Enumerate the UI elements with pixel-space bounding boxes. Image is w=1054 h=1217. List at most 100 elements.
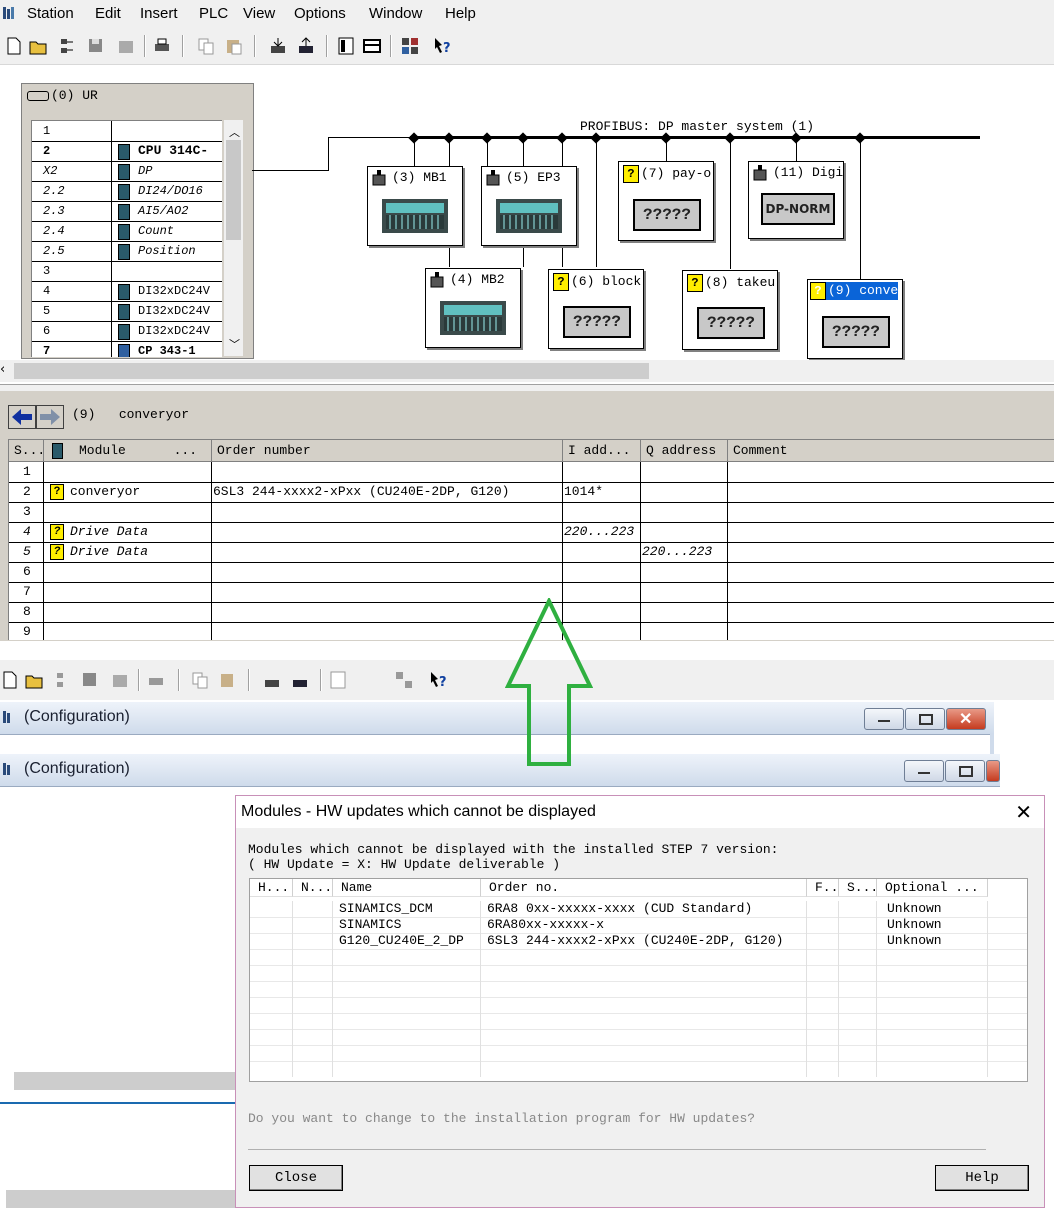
col-module[interactable]: Module... [44, 440, 212, 462]
col-name[interactable]: Name [333, 879, 481, 897]
col-i-address[interactable]: I add... [563, 440, 641, 462]
device-block[interactable]: ? (6) block ????? [548, 269, 644, 349]
col-s[interactable]: S... [839, 879, 877, 897]
menu-insert[interactable]: Insert [140, 5, 178, 22]
help-icon[interactable]: ? [432, 36, 452, 56]
col-order-no[interactable]: Order no. [481, 879, 807, 897]
rack-row[interactable]: 3 [32, 261, 222, 282]
download-icon[interactable] [262, 670, 282, 690]
network-icon[interactable] [58, 36, 78, 56]
device-ep3[interactable]: (5) EP3 [481, 166, 577, 246]
rack-row[interactable]: 2.3 AI5/AO2 [32, 201, 222, 222]
copy-icon[interactable] [190, 670, 210, 690]
close-button[interactable] [986, 760, 1000, 782]
module-info-icon[interactable] [394, 670, 414, 690]
upload-icon[interactable] [296, 36, 316, 56]
scroll-down-icon[interactable]: ﹀ [229, 336, 240, 352]
device-digi[interactable]: (11) Digi DP-NORM [748, 161, 844, 239]
scroll-up-icon[interactable]: ︿ [229, 124, 240, 140]
device-takeup[interactable]: ? (8) takeu ????? [682, 270, 778, 350]
copy-icon[interactable] [196, 36, 216, 56]
minimize-button[interactable] [904, 760, 944, 782]
hscrollbar-thumb[interactable] [6, 1190, 236, 1208]
station-hscrollbar[interactable]: ‹ [0, 360, 1054, 382]
menu-options[interactable]: Options [294, 5, 346, 22]
table-row[interactable]: 1 [9, 462, 1054, 483]
table-row[interactable]: 6 [9, 562, 1054, 583]
rack-title: (0) UR [27, 88, 98, 103]
menu-edit[interactable]: Edit [95, 5, 121, 22]
rack-row[interactable]: 2.2 DI24/DO16 [32, 181, 222, 202]
col-hw-update[interactable]: H... [250, 879, 293, 897]
table-row[interactable]: 5? Drive Data 220...223 [9, 542, 1054, 563]
col-comment[interactable]: Comment [728, 440, 1054, 462]
paste-icon[interactable] [218, 670, 238, 690]
save-icon[interactable] [80, 670, 100, 690]
module-info-icon[interactable] [400, 36, 420, 56]
compile-icon[interactable] [116, 36, 136, 56]
forward-arrow-icon[interactable] [36, 405, 64, 429]
menu-help[interactable]: Help [445, 5, 476, 22]
menu-plc[interactable]: PLC [199, 5, 228, 22]
table-row[interactable]: 4? Drive Data 220...223 [9, 522, 1054, 543]
paste-icon[interactable] [224, 36, 244, 56]
catalog-icon[interactable] [336, 36, 356, 56]
back-arrow-icon[interactable] [8, 405, 36, 429]
device-pay-off[interactable]: ? (7) pay-o ????? [618, 161, 714, 241]
minimize-button[interactable] [864, 708, 904, 730]
profibus-line[interactable] [410, 136, 980, 139]
save-icon[interactable] [86, 36, 106, 56]
close-button[interactable]: Close [249, 1165, 343, 1191]
rack-row[interactable]: 6 DI32xDC24V [32, 321, 222, 342]
config-window-2[interactable]: (Configuration) [0, 754, 1000, 787]
network-icon[interactable] [54, 670, 74, 690]
rack-row[interactable]: 7 CP 343-1 [32, 341, 222, 357]
new-icon[interactable] [0, 670, 20, 690]
restore-button[interactable] [945, 760, 985, 782]
rack-row[interactable]: 2.5 Position [32, 241, 222, 262]
table-row[interactable]: 3 [9, 502, 1054, 523]
menu-window[interactable]: Window [369, 5, 422, 22]
restore-button[interactable] [905, 708, 945, 730]
col-slot[interactable]: S... [9, 440, 44, 462]
table-row[interactable]: 2? converyor 6SL3 244-xxxx2-xPxx (CU240E-2… [9, 482, 1054, 503]
col-order-number[interactable]: Order number [212, 440, 563, 462]
rack-row[interactable]: 1 [32, 121, 222, 142]
rack-row[interactable]: X2 DP [32, 161, 222, 182]
print-icon[interactable] [152, 36, 172, 56]
compile-icon[interactable] [110, 670, 130, 690]
close-button[interactable]: ✕ [946, 708, 986, 730]
list-item[interactable]: SINAMICS_DCM 6RA8 0xx-xxxxx-xxxx (CUD Sta… [250, 901, 1027, 918]
rack-row[interactable]: 2 CPU 314C- [32, 141, 222, 162]
col-f[interactable]: F... [807, 879, 839, 897]
col-q-address[interactable]: Q address [641, 440, 728, 462]
hscrollbar-thumb[interactable] [14, 1072, 236, 1090]
print-icon[interactable] [146, 670, 166, 690]
open-icon[interactable] [28, 36, 48, 56]
device-conveyor[interactable]: ? (9) conve ????? [807, 279, 903, 359]
upload-icon[interactable] [290, 670, 310, 690]
rack-row[interactable]: 5 DI32xDC24V [32, 301, 222, 322]
download-icon[interactable] [268, 36, 288, 56]
col-n[interactable]: N... [293, 879, 333, 897]
device-mb2[interactable]: (4) MB2 [425, 268, 521, 348]
help-button[interactable]: Help [935, 1165, 1029, 1191]
menu-view[interactable]: View [243, 5, 275, 22]
new-icon[interactable] [4, 36, 24, 56]
scroll-left-icon[interactable]: ‹ [0, 362, 5, 377]
annotation-arrow [505, 598, 593, 766]
catalog-icon[interactable] [328, 670, 348, 690]
rack-row[interactable]: 4 DI32xDC24V [32, 281, 222, 302]
help-icon[interactable]: ? [428, 670, 448, 690]
device-mb1[interactable]: (3) MB1 [367, 166, 463, 246]
rack-scrollbar[interactable]: ︿ ﹀ [224, 120, 243, 356]
list-item[interactable]: G120_CU240E_2_DP 6SL3 244-xxxx2-xPxx (CU2… [250, 933, 1027, 950]
menu-station[interactable]: Station [27, 5, 74, 22]
rack-row[interactable]: 2.4 Count [32, 221, 222, 242]
close-icon[interactable]: ✕ [1015, 800, 1032, 824]
view-icon[interactable] [362, 36, 382, 56]
open-icon[interactable] [24, 670, 44, 690]
col-optional[interactable]: Optional ... [877, 879, 988, 897]
list-item[interactable]: SINAMICS 6RA80xx-xxxxx-x Unknown [250, 917, 1027, 934]
config-window-1[interactable]: (Configuration) ✕ [0, 702, 994, 735]
